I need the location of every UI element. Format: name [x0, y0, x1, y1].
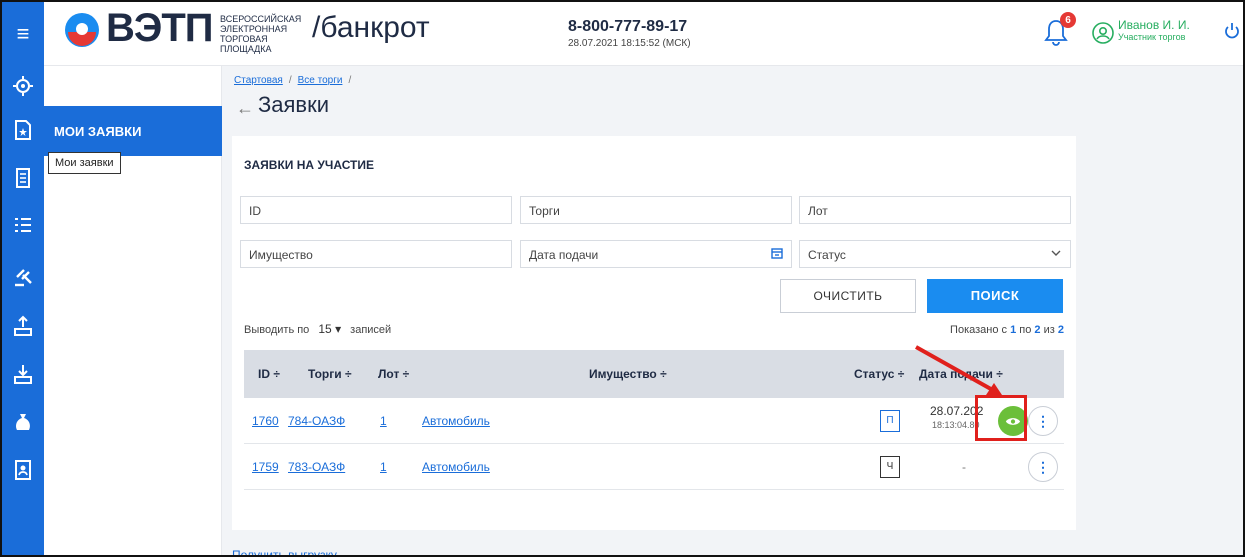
chevron-down-icon [1051, 250, 1061, 256]
hamburger-menu-icon[interactable]: ≡ [2, 2, 44, 66]
user-name[interactable]: Иванов И. И. [1118, 18, 1190, 32]
export-link[interactable]: Получить выгрузку [232, 548, 337, 555]
row-property-link[interactable]: Автомобиль [422, 460, 490, 474]
filter-submit-date-input[interactable]: Дата подачи [520, 240, 792, 268]
money-bag-icon [16, 414, 30, 430]
table-row: 1759 783-ОАЗФ 1 Автомобиль Ч - ⋮ [244, 444, 1064, 490]
trade-up-icon [14, 315, 32, 336]
back-arrow-icon[interactable]: ← [236, 98, 254, 119]
row-lot-link[interactable]: 1 [380, 460, 387, 474]
sidebar-item-finance[interactable] [2, 402, 44, 442]
calendar-icon[interactable] [771, 247, 783, 259]
row-lot-link[interactable]: 1 [380, 414, 387, 428]
submit-date: - [962, 460, 966, 474]
per-page-select[interactable]: 15 ▾ [318, 322, 341, 336]
sidebar-item-trade-up[interactable] [2, 306, 44, 346]
column-header-status[interactable]: Статус ÷ [854, 367, 904, 381]
filter-trades-input[interactable]: Торги [520, 196, 792, 224]
sidebar-icon-rail [2, 66, 44, 555]
breadcrumb: Стартовая / Все торги / [234, 75, 352, 86]
section-name: /банкрот [312, 11, 430, 44]
search-button[interactable]: ПОИСК [927, 279, 1063, 313]
filter-id-input[interactable]: ID [240, 196, 512, 224]
sidebar-item-lists[interactable] [2, 206, 44, 246]
column-header-trades[interactable]: Торги ÷ [308, 367, 352, 381]
filter-lot-input[interactable]: Лот [799, 196, 1071, 224]
contacts-book-icon [15, 460, 31, 480]
numbered-list-icon [15, 218, 31, 232]
row-trade-link[interactable]: 783-ОАЗФ [288, 460, 345, 474]
breadcrumb-home[interactable]: Стартовая [234, 75, 283, 86]
sidebar-item-documents[interactable] [2, 158, 44, 198]
brand-logo-icon [65, 13, 99, 47]
sidebar-item-contacts[interactable] [2, 450, 44, 490]
row-actions-more-button[interactable]: ⋮ [1028, 452, 1058, 482]
sidebar-item-my-bids[interactable] [2, 110, 44, 150]
logout-power-icon[interactable] [1224, 22, 1240, 40]
brand-name: ВЭТП [106, 6, 214, 50]
column-header-property[interactable]: Имущество ÷ [589, 367, 667, 381]
support-phone: 8-800-777-89-17 [568, 18, 688, 35]
breadcrumb-all-trades[interactable]: Все торги [298, 75, 343, 86]
per-page-control: Выводить по 15 ▾ записей [244, 322, 392, 336]
user-role: Участник торгов [1118, 32, 1186, 42]
page-title: Заявки [258, 92, 330, 117]
submit-time: 18:13:04.80 [932, 420, 980, 430]
top-bar: ≡ ВЭТП ВСЕРОССИЙСКАЯ ЭЛЕКТРОННАЯ ТОРГОВА… [2, 2, 1243, 66]
notifications-badge: 6 [1060, 12, 1076, 28]
annotation-arrow-icon [915, 345, 1002, 395]
trade-down-icon [14, 365, 32, 384]
status-badge: Ч [880, 456, 900, 478]
row-id-link[interactable]: 1759 [252, 460, 279, 474]
pagination-summary: Показано с 1 по 2 из 2 [950, 324, 1064, 336]
filter-property-input[interactable]: Имущество [240, 240, 512, 268]
row-id-link[interactable]: 1760 [252, 414, 279, 428]
filter-status-select[interactable]: Статус [799, 240, 1071, 268]
server-datetime: 28.07.2021 18:15:52 (МСК) [568, 38, 691, 49]
status-badge: П [880, 410, 900, 432]
brand-subtitle: ВСЕРОССИЙСКАЯ ЭЛЕКТРОННАЯ ТОРГОВАЯ ПЛОЩА… [220, 14, 302, 54]
bids-panel: ЗАЯВКИ НА УЧАСТИЕ ID Торги Лот Имущество… [232, 136, 1076, 530]
column-header-id[interactable]: ID ÷ [258, 367, 280, 381]
sidebar-item-my-bids-label[interactable]: МОИ ЗАЯВКИ [44, 106, 222, 156]
sidebar-item-trade-down[interactable] [2, 354, 44, 394]
tooltip-my-bids: Мои заявки [48, 152, 121, 174]
app-window: ≡ ВЭТП ВСЕРОССИЙСКАЯ ЭЛЕКТРОННАЯ ТОРГОВА… [0, 0, 1245, 557]
panel-heading: ЗАЯВКИ НА УЧАСТИЕ [244, 158, 375, 172]
user-avatar-icon[interactable] [1092, 22, 1114, 44]
sidebar-item-settings[interactable] [2, 66, 44, 106]
sidebar-item-auctions[interactable] [2, 256, 44, 296]
settings-icon [13, 76, 33, 96]
row-trade-link[interactable]: 784-ОАЗФ [288, 414, 345, 428]
row-property-link[interactable]: Автомобиль [422, 414, 490, 428]
document-list-icon [16, 168, 30, 188]
document-star-icon [15, 120, 31, 140]
clear-button[interactable]: ОЧИСТИТЬ [780, 279, 916, 313]
gavel-icon [15, 269, 32, 287]
row-actions-more-button[interactable]: ⋮ [1028, 406, 1058, 436]
column-header-lot[interactable]: Лот ÷ [378, 367, 409, 381]
